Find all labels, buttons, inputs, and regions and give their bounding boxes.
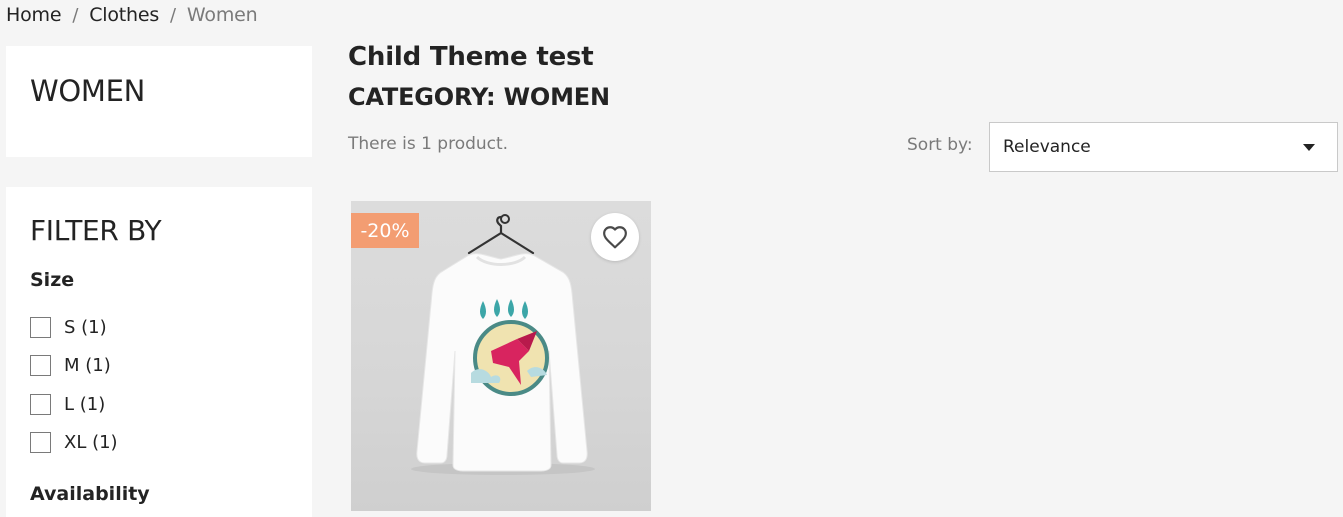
- discount-badge: -20%: [351, 213, 419, 248]
- page-title: Child Theme test: [348, 42, 594, 72]
- heart-icon: [603, 226, 627, 249]
- size-m-checkbox[interactable]: [30, 355, 51, 377]
- size-l-checkbox[interactable]: [30, 393, 51, 415]
- sort-selected-value: Relevance: [1003, 137, 1091, 157]
- size-option-label: S (1): [64, 316, 107, 338]
- product-count: There is 1 product.: [348, 134, 509, 154]
- category-card: WOMEN: [6, 46, 312, 157]
- sort-dropdown[interactable]: Relevance: [989, 122, 1338, 172]
- wishlist-button[interactable]: [591, 213, 639, 261]
- size-option-s[interactable]: S (1): [30, 308, 118, 347]
- sort-label: Sort by:: [907, 135, 973, 155]
- size-option-label: XL (1): [64, 432, 118, 454]
- facet-size-title: Size: [30, 269, 75, 291]
- size-s-checkbox[interactable]: [30, 316, 51, 338]
- breadcrumb-separator: /: [170, 4, 176, 26]
- size-option-l[interactable]: L (1): [30, 385, 118, 424]
- category-heading: CATEGORY: WOMEN: [348, 83, 610, 111]
- size-facet-list: S (1) M (1) L (1) XL (1): [30, 308, 118, 462]
- size-option-label: L (1): [64, 393, 106, 415]
- breadcrumb-separator: /: [72, 4, 79, 26]
- breadcrumb-clothes-link[interactable]: Clothes: [89, 4, 159, 26]
- breadcrumb-home-link[interactable]: Home: [6, 4, 62, 26]
- size-option-m[interactable]: M (1): [30, 347, 118, 386]
- chevron-down-icon: [1303, 144, 1315, 151]
- size-option-xl[interactable]: XL (1): [30, 424, 118, 463]
- filter-title: FILTER BY: [30, 214, 162, 247]
- breadcrumb: Home / Clothes / Women: [6, 2, 258, 28]
- breadcrumb-current: Women: [186, 4, 258, 26]
- category-title: WOMEN: [30, 74, 146, 108]
- filter-panel: FILTER BY Size S (1) M (1) L (1) XL (1) …: [6, 187, 312, 517]
- size-xl-checkbox[interactable]: [30, 432, 51, 454]
- size-option-label: M (1): [64, 355, 111, 377]
- product-card[interactable]: -20%: [351, 201, 651, 511]
